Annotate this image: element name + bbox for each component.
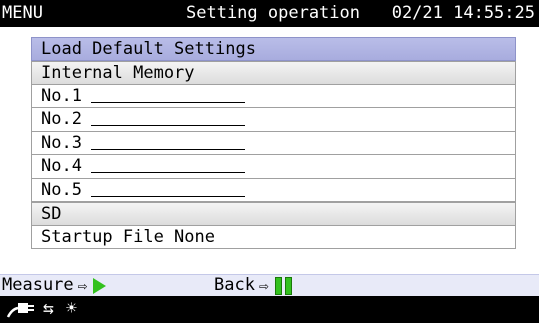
- measure-label: Measure: [2, 275, 74, 295]
- play-icon: [93, 277, 107, 294]
- swap-arrows-icon: ⇆: [43, 298, 54, 319]
- right-arrow-icon: ⇨: [77, 276, 88, 295]
- file-name-blank: [91, 171, 245, 173]
- startup-file-item[interactable]: Startup File None: [31, 225, 516, 249]
- back-label: Back: [214, 275, 255, 295]
- memory-slot-3[interactable]: No.3: [31, 131, 516, 155]
- settings-panel: Load Default Settings Internal Memory No…: [31, 37, 516, 249]
- screen-title: Setting operation: [186, 3, 360, 23]
- memory-slot-2[interactable]: No.2: [31, 108, 516, 132]
- pause-icon: [274, 276, 292, 295]
- cable-icon: [6, 303, 34, 318]
- datetime: 02/21 14:55:25: [391, 3, 535, 23]
- file-name-blank: [91, 195, 245, 197]
- sd-header: SD: [31, 202, 516, 226]
- memory-slot-label: No.3: [41, 132, 82, 153]
- back-function[interactable]: Back ⇨: [214, 275, 292, 296]
- internal-memory-header: Internal Memory: [31, 61, 516, 85]
- memory-slot-label: No.1: [41, 85, 82, 106]
- status-bar: MENU Setting operation 02/21 14:55:25: [0, 0, 539, 27]
- memory-slot-label: No.5: [41, 179, 82, 200]
- memory-slot-label: No.2: [41, 109, 82, 129]
- file-name-blank: [91, 148, 245, 150]
- memory-slot-1[interactable]: No.1: [31, 84, 516, 108]
- file-name-blank: [91, 124, 245, 126]
- load-default-settings-item[interactable]: Load Default Settings: [31, 37, 516, 61]
- memory-slot-4[interactable]: No.4: [31, 155, 516, 179]
- memory-slot-5[interactable]: No.5: [31, 178, 516, 202]
- memory-slot-label: No.4: [41, 156, 82, 176]
- right-arrow-icon: ⇨: [258, 276, 269, 295]
- measure-function[interactable]: Measure ⇨: [2, 275, 107, 296]
- function-bar: Measure ⇨ Back ⇨: [0, 274, 539, 296]
- file-name-blank: [91, 101, 245, 103]
- status-icon-bar: ⇆ ☀: [0, 296, 539, 323]
- menu-label[interactable]: MENU: [2, 0, 43, 27]
- sun-icon: ☀: [66, 298, 77, 319]
